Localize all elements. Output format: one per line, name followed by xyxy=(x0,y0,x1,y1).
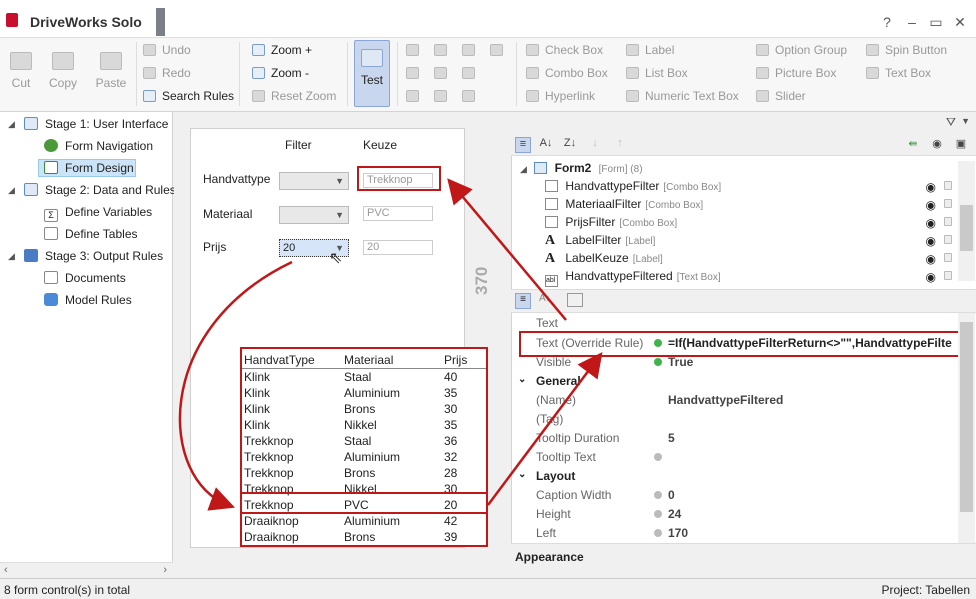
arrow-combo-to-table xyxy=(178,260,293,511)
arrow-table-to-rule xyxy=(486,351,603,506)
status-project: Project: Tabellen xyxy=(881,583,971,597)
status-bar: 8 form control(s) in total Project: Tabe… xyxy=(0,578,976,599)
annotation-arrows xyxy=(178,178,603,511)
status-control-count: 8 form control(s) in total xyxy=(4,583,131,597)
arrow-rule-to-textbox xyxy=(447,178,567,321)
